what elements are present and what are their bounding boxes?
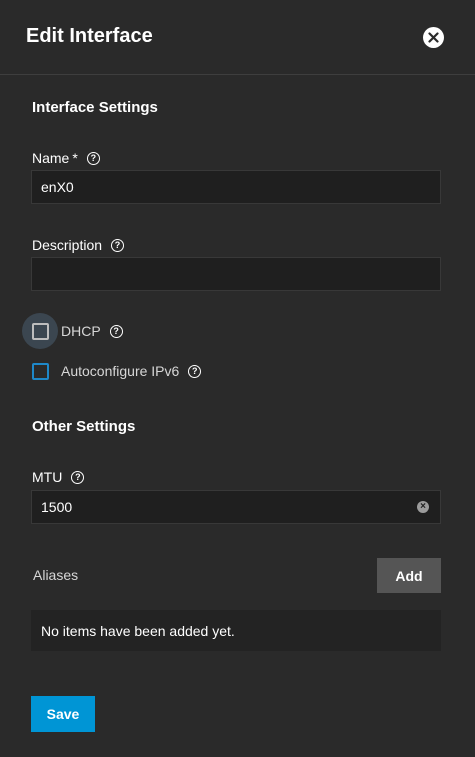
- help-icon[interactable]: ?: [86, 151, 100, 165]
- dhcp-checkbox[interactable]: [31, 322, 49, 340]
- autoconfigure-label: Autoconfigure IPv6 ?: [61, 363, 202, 379]
- name-input[interactable]: [31, 170, 441, 204]
- mtu-label: MTU ?: [32, 469, 85, 485]
- help-icon[interactable]: ?: [188, 364, 202, 378]
- description-label: Description ?: [32, 237, 125, 253]
- aliases-label: Aliases: [33, 567, 79, 583]
- dhcp-label: DHCP ?: [61, 323, 123, 339]
- mtu-label-text: MTU: [32, 469, 63, 485]
- dhcp-checkbox-row[interactable]: DHCP ?: [22, 313, 123, 349]
- save-button[interactable]: Save: [31, 696, 95, 732]
- autoconfigure-ipv6-checkbox[interactable]: [31, 362, 49, 380]
- name-label-text: Name: [32, 150, 70, 166]
- autoconfigure-checkbox-row[interactable]: Autoconfigure IPv6 ?: [22, 353, 202, 389]
- aliases-empty-state: No items have been added yet.: [31, 610, 441, 651]
- autoconfigure-checkbox-wrap[interactable]: [22, 353, 58, 389]
- other-settings-title: Other Settings: [32, 418, 136, 435]
- help-icon[interactable]: ?: [111, 238, 125, 252]
- description-label-text: Description: [32, 237, 103, 253]
- dialog-header: Edit Interface: [0, 0, 475, 75]
- close-x-glyph: [428, 32, 439, 43]
- required-mark: *: [72, 150, 78, 166]
- help-icon[interactable]: ?: [71, 470, 85, 484]
- mtu-input[interactable]: [31, 490, 441, 524]
- help-icon[interactable]: ?: [109, 324, 123, 338]
- add-alias-button[interactable]: Add: [377, 558, 441, 593]
- dhcp-label-text: DHCP: [61, 323, 101, 339]
- name-label: Name * ?: [32, 150, 100, 166]
- dhcp-checkbox-focus[interactable]: [22, 313, 58, 349]
- clear-icon[interactable]: ×: [417, 501, 429, 513]
- dialog-title: Edit Interface: [26, 25, 153, 47]
- close-icon[interactable]: [423, 27, 444, 48]
- autoconfigure-label-text: Autoconfigure IPv6: [61, 363, 180, 379]
- description-input[interactable]: [31, 257, 441, 291]
- interface-settings-title: Interface Settings: [32, 99, 158, 116]
